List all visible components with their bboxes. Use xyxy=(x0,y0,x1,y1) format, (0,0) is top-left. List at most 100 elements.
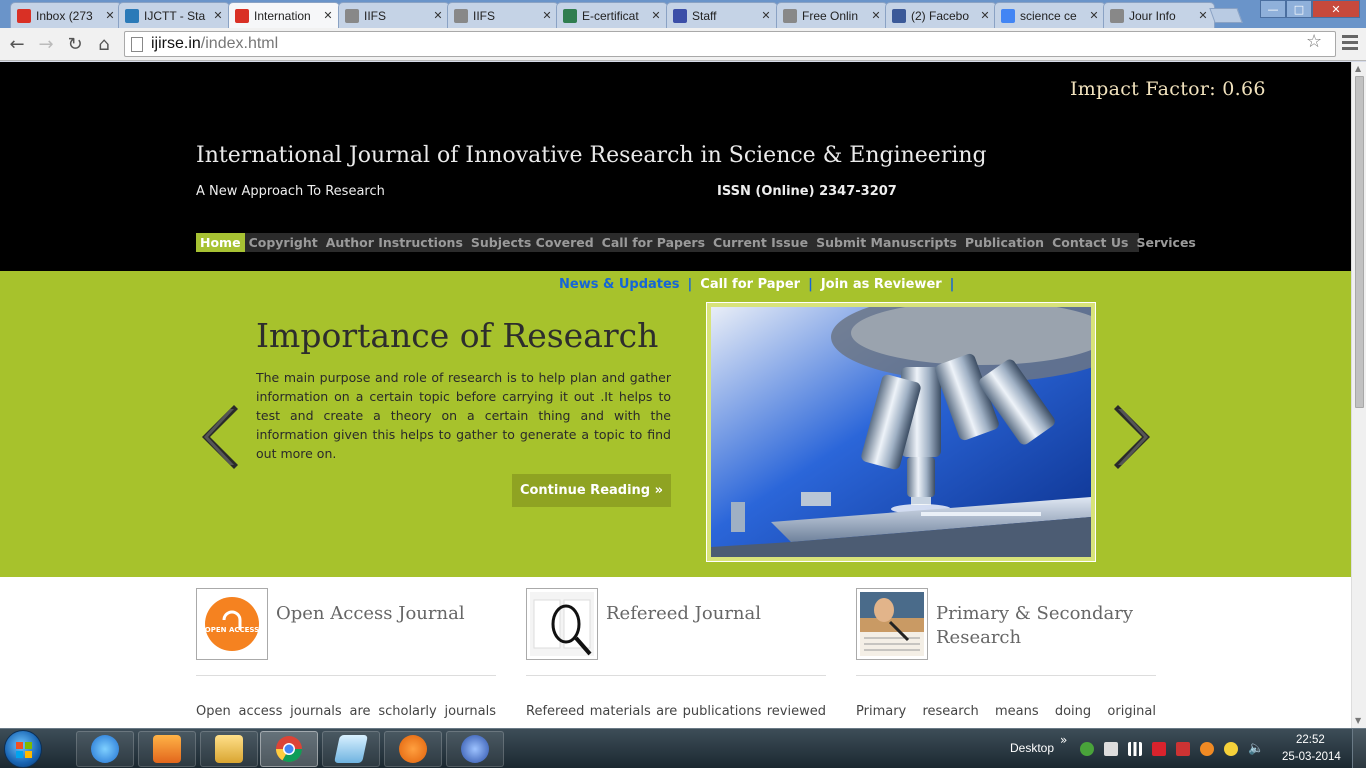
bookmark-star-icon[interactable]: ☆ xyxy=(1306,31,1322,52)
tab-title: science ce xyxy=(1020,8,1077,23)
maximize-button[interactable]: □ xyxy=(1286,0,1312,18)
call-for-paper-link[interactable]: Call for Paper xyxy=(700,277,800,292)
volume-icon[interactable]: 🔈 xyxy=(1248,742,1264,756)
browser-tab[interactable]: Inbox (273 ✕ xyxy=(10,2,122,28)
nav-item-call-for-papers[interactable]: Call for Papers xyxy=(598,233,709,252)
flag-icon[interactable] xyxy=(1176,742,1190,756)
close-tab-icon[interactable]: ✕ xyxy=(103,9,117,22)
tab-title: Internation xyxy=(254,8,311,23)
close-tab-icon[interactable]: ✕ xyxy=(869,9,883,22)
thunderbird-icon[interactable] xyxy=(446,731,504,767)
page-icon xyxy=(131,36,143,52)
writing-icon xyxy=(860,592,924,656)
close-tab-icon[interactable]: ✕ xyxy=(321,9,335,22)
tray-yellow-icon[interactable] xyxy=(1224,742,1238,756)
browser-tab[interactable]: IIFS ✕ xyxy=(447,2,559,28)
clock-date[interactable]: 25-03-2014 xyxy=(1282,751,1341,763)
file-explorer-icon[interactable] xyxy=(200,731,258,767)
nav-item-submit-manuscripts[interactable]: Submit Manuscripts xyxy=(812,233,961,252)
browser-tab[interactable]: Staff ✕ xyxy=(666,2,778,28)
url-host: ijirse.in xyxy=(151,35,201,52)
browser-toolbar: ← → ↻ ⌂ ijirse.in/index.html ☆ xyxy=(0,28,1366,61)
feature-title[interactable]: Open Access Journal xyxy=(276,602,501,626)
tray-red-app-icon[interactable] xyxy=(1152,742,1166,756)
chrome-menu-icon[interactable] xyxy=(1342,35,1358,53)
scrollbar-thumb[interactable] xyxy=(1355,76,1364,408)
feature-title[interactable]: Refereed Journal xyxy=(606,602,831,626)
browser-tab[interactable]: Free Onlin ✕ xyxy=(776,2,888,28)
tab-title: Inbox (273 xyxy=(36,8,93,23)
forward-icon[interactable]: → xyxy=(35,33,57,55)
media-player-icon[interactable] xyxy=(138,731,196,767)
address-bar[interactable]: ijirse.in/index.html xyxy=(124,31,1336,57)
nav-item-publication[interactable]: Publication xyxy=(961,233,1048,252)
browser-tab[interactable]: science ce ✕ xyxy=(994,2,1106,28)
close-tab-icon[interactable]: ✕ xyxy=(431,9,445,22)
action-center-icon[interactable] xyxy=(1104,742,1118,756)
nav-item-author-instructions[interactable]: Author Instructions xyxy=(322,233,467,252)
page-icon xyxy=(345,8,359,23)
nav-item-current-issue[interactable]: Current Issue xyxy=(709,233,812,252)
browser-tab[interactable]: IJCTT - Sta ✕ xyxy=(118,2,230,28)
continue-reading-button[interactable]: Continue Reading » xyxy=(512,474,671,507)
news-separator: | xyxy=(808,277,813,292)
browser-tab[interactable]: (2) Facebo ✕ xyxy=(885,2,997,28)
home-icon[interactable]: ⌂ xyxy=(93,33,115,55)
close-tab-icon[interactable]: ✕ xyxy=(1196,9,1210,22)
avast-icon[interactable] xyxy=(384,731,442,767)
close-tab-icon[interactable]: ✕ xyxy=(540,9,554,22)
feature-text: Refereed materials are publications revi… xyxy=(526,704,826,719)
nav-item-contact-us[interactable]: Contact Us xyxy=(1048,233,1132,252)
microscope-illustration xyxy=(711,307,1091,557)
close-tab-icon[interactable]: ✕ xyxy=(978,9,992,22)
nav-item-services[interactable]: Services xyxy=(1132,233,1199,252)
nav-item-copyright[interactable]: Copyright xyxy=(245,233,322,252)
minimize-button[interactable]: — xyxy=(1260,0,1286,18)
windows-taskbar: Desktop » 🔈 22:52 25-03-2014 xyxy=(0,728,1366,768)
avast-tray-icon[interactable] xyxy=(1200,742,1214,756)
notepad-icon[interactable] xyxy=(322,731,380,767)
windows-logo-icon xyxy=(16,742,32,758)
clock-time[interactable]: 22:52 xyxy=(1296,734,1325,746)
tray-overflow-icon[interactable]: » xyxy=(1060,733,1067,747)
show-desktop-button[interactable] xyxy=(1352,729,1366,768)
close-tab-icon[interactable]: ✕ xyxy=(649,9,663,22)
close-tab-icon[interactable]: ✕ xyxy=(759,9,773,22)
browser-tab[interactable]: E-certificat ✕ xyxy=(556,2,668,28)
feature-text: Open access journals are scholarly journ… xyxy=(196,704,496,719)
network-signal-icon[interactable] xyxy=(1128,742,1142,756)
slider-prev-arrow-icon[interactable] xyxy=(200,405,238,469)
back-icon[interactable]: ← xyxy=(6,33,28,55)
start-button[interactable] xyxy=(4,730,42,768)
news-updates-link[interactable]: News & Updates xyxy=(559,277,680,292)
journal-tagline: A New Approach To Research xyxy=(196,184,385,199)
nav-item-subjects-covered[interactable]: Subjects Covered xyxy=(467,233,598,252)
reload-icon[interactable]: ↻ xyxy=(64,33,86,55)
close-tab-icon[interactable]: ✕ xyxy=(1087,9,1101,22)
close-tab-icon[interactable]: ✕ xyxy=(211,9,225,22)
close-window-button[interactable]: ✕ xyxy=(1312,0,1360,18)
internet-explorer-icon[interactable] xyxy=(76,731,134,767)
divider xyxy=(526,675,826,676)
browser-tab[interactable]: Internation ✕ xyxy=(228,2,340,28)
scroll-down-icon[interactable]: ▼ xyxy=(1355,716,1361,725)
writing-thumb xyxy=(856,588,928,660)
tab-title: (2) Facebo xyxy=(911,8,970,23)
join-as-reviewer-link[interactable]: Join as Reviewer xyxy=(821,277,942,292)
new-tab-button[interactable] xyxy=(1209,8,1243,23)
gmail-icon xyxy=(17,8,31,23)
tray-app-icon[interactable] xyxy=(1080,742,1094,756)
nav-item-home[interactable]: Home xyxy=(196,233,245,252)
scroll-up-icon[interactable]: ▲ xyxy=(1355,64,1361,73)
page-viewport: Impact Factor: 0.66 International Journa… xyxy=(0,62,1351,728)
browser-tab[interactable]: IIFS ✕ xyxy=(338,2,450,28)
open-access-text: OPEN ACCESS xyxy=(205,626,259,634)
chrome-icon[interactable] xyxy=(260,731,318,767)
slider-next-arrow-icon[interactable] xyxy=(1114,405,1152,469)
news-separator: | xyxy=(949,277,955,292)
feature-title[interactable]: Primary & Secondary Research xyxy=(936,602,1161,650)
vertical-scrollbar[interactable]: ▲ ▼ xyxy=(1351,62,1366,728)
desktop-toolbar-label[interactable]: Desktop xyxy=(1010,741,1054,755)
tab-title: Staff xyxy=(692,8,717,23)
browser-tab[interactable]: Jour Info ✕ xyxy=(1103,2,1215,28)
